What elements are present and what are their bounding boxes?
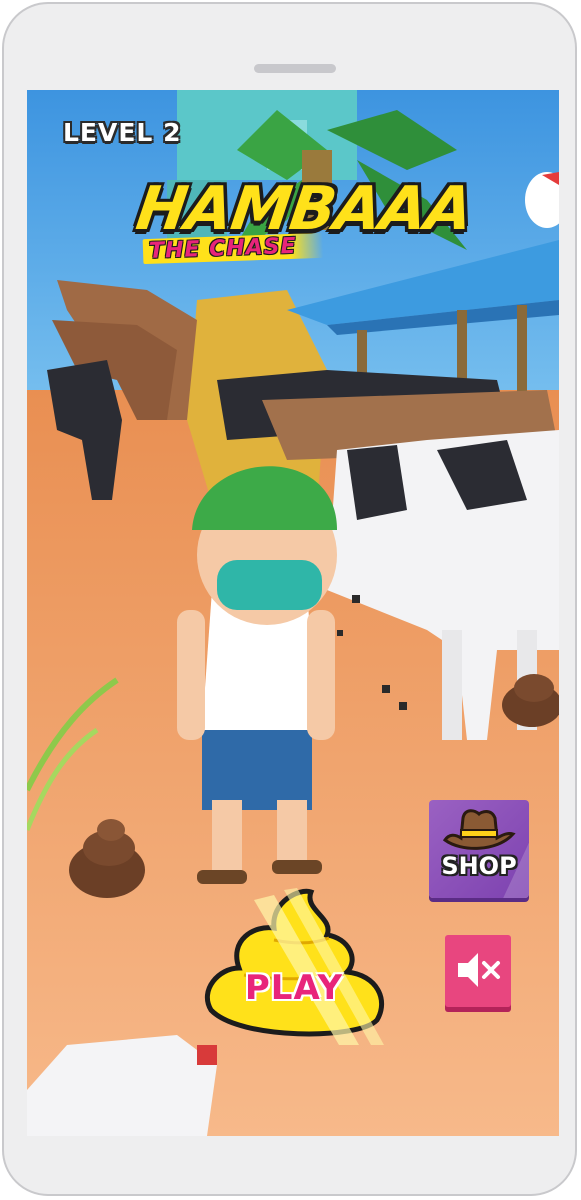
shop-button[interactable]: SHOP bbox=[429, 800, 529, 898]
game-screen[interactable]: LEVEL 2 HAMBAAA THE CHASE PLAY SHOP bbox=[27, 90, 559, 1136]
cowboy-hat-icon bbox=[442, 809, 516, 850]
speaker-muted-icon bbox=[458, 953, 500, 987]
play-button-label: PLAY bbox=[244, 968, 344, 1008]
play-button[interactable]: PLAY bbox=[199, 880, 389, 1045]
game-title-logo: HAMBAAA THE CHASE bbox=[132, 174, 476, 265]
dung-pile-icon bbox=[204, 888, 384, 1045]
shop-button-label: SHOP bbox=[441, 852, 517, 880]
sound-toggle-button[interactable] bbox=[445, 935, 511, 1007]
phone-speaker bbox=[254, 64, 336, 73]
game-title: HAMBAAA bbox=[132, 174, 477, 244]
level-indicator: LEVEL 2 bbox=[63, 118, 182, 147]
